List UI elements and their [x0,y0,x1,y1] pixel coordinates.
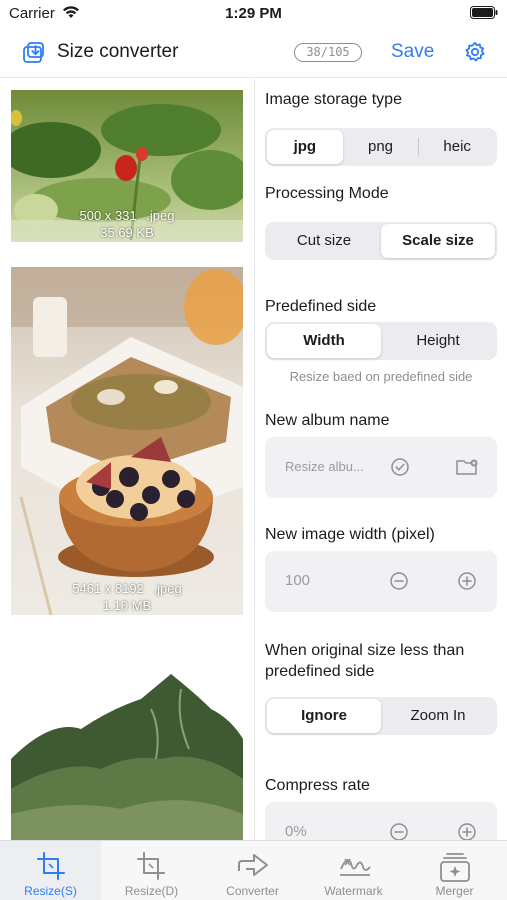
image-dimensions: 5461 x 8192 [72,581,144,596]
gear-icon[interactable] [464,41,486,63]
compress-rate-label: Compress rate [265,777,370,794]
minus-circle-icon[interactable] [389,822,409,840]
plus-circle-icon[interactable] [457,822,477,840]
status-bar: Carrier 1:29 PM [0,0,507,28]
image-format: .jpeg [146,208,175,223]
image-format: .jpeg [153,581,182,596]
processing-mode-option-scale[interactable]: Scale size [381,224,495,258]
minus-circle-icon[interactable] [389,571,409,591]
less-than-label-line2: predefined side [265,663,375,680]
signature-icon [340,858,371,876]
tab-resize-s[interactable]: Resize(S) [0,841,101,900]
image-filesize: 1.10 MB [102,598,152,613]
width-stepper[interactable]: 100 [265,551,497,612]
settings-panel[interactable]: Image storage type jpg png heic Processi… [256,79,507,840]
album-name-field[interactable]: Resize albu... [265,437,497,498]
album-name-label: New album name [265,412,390,429]
image-thumbnail[interactable] [11,639,243,840]
tab-resize-d[interactable]: Resize(D) [101,841,202,900]
tab-watermark[interactable]: Watermark [303,841,404,900]
processing-mode-option-cut[interactable]: Cut size [267,224,381,258]
tab-merger[interactable]: Merger [404,841,505,900]
album-name-input[interactable]: Resize albu... [285,459,364,474]
less-than-option-ignore[interactable]: Ignore [267,699,381,733]
save-button[interactable]: Save [391,41,434,63]
less-than-option-zoom-in[interactable]: Zoom In [381,699,495,733]
crop-icon [137,852,165,880]
less-than-label: When original size less than predefined … [265,640,464,682]
predefined-side-option-width[interactable]: Width [267,324,381,358]
predefined-side-segmented-control[interactable]: Width Height [265,322,497,360]
predefined-side-option-height[interactable]: Height [381,324,495,358]
page-title: Size converter [57,41,179,62]
download-icon[interactable] [20,39,46,65]
tab-label: Watermark [324,884,383,898]
image-filesize: 35.69 KB [100,225,154,240]
storage-type-option-heic[interactable]: heic [419,130,495,164]
storage-type-segmented-control[interactable]: jpg png heic [265,128,497,166]
compress-rate-stepper[interactable]: 0% [265,802,497,840]
processing-mode-label: Processing Mode [265,185,389,202]
crop-icon [37,852,65,880]
arrow-right-icon [238,854,268,876]
mountain-photo [11,639,243,840]
width-value[interactable]: 100 [285,572,310,589]
image-info-caption: 5461 x 8192 .jpeg 1.10 MB [11,580,243,614]
tab-converter[interactable]: Converter [202,841,303,900]
navigation-bar: Size converter 38/105 Save [0,28,507,78]
tab-label: Converter [226,884,279,898]
image-info-caption: 500 x 331 .jpeg 35.69 KB [11,207,243,241]
checkmark-circle-icon[interactable] [390,457,410,477]
image-list[interactable]: 500 x 331 .jpeg 35.69 KB 5461 x 8192 .jp… [0,79,255,840]
processing-mode-segmented-control[interactable]: Cut size Scale size [265,222,497,260]
image-thumbnail[interactable]: 5461 x 8192 .jpeg 1.10 MB [11,267,243,615]
fruit-bowl-photo [11,267,243,615]
compress-rate-value[interactable]: 0% [285,823,307,840]
tab-label: Resize(D) [124,884,179,898]
tab-bar: Resize(S) Resize(D) Converter Watermark … [0,840,507,900]
storage-type-option-jpg[interactable]: jpg [267,130,343,164]
storage-type-option-png[interactable]: png [343,130,419,164]
less-than-label-line1: When original size less than [265,642,465,659]
image-dimensions: 500 x 331 [79,208,137,223]
image-counter-badge: 38/105 [294,43,362,62]
storage-type-label: Image storage type [265,91,402,108]
plus-circle-icon[interactable] [457,571,477,591]
predefined-side-hint: Resize baed on predefined side [289,369,473,384]
image-thumbnail[interactable]: 500 x 331 .jpeg 35.69 KB [11,90,243,242]
width-label: New image width (pixel) [265,526,435,543]
merge-icon [440,853,470,882]
tab-label: Merger [435,884,474,898]
predefined-side-label: Predefined side [265,298,377,315]
clock: 1:29 PM [225,5,282,22]
battery-icon [470,6,498,19]
tab-label: Resize(S) [24,884,77,898]
folder-add-icon[interactable] [455,457,479,477]
less-than-segmented-control[interactable]: Ignore Zoom In [265,697,497,735]
